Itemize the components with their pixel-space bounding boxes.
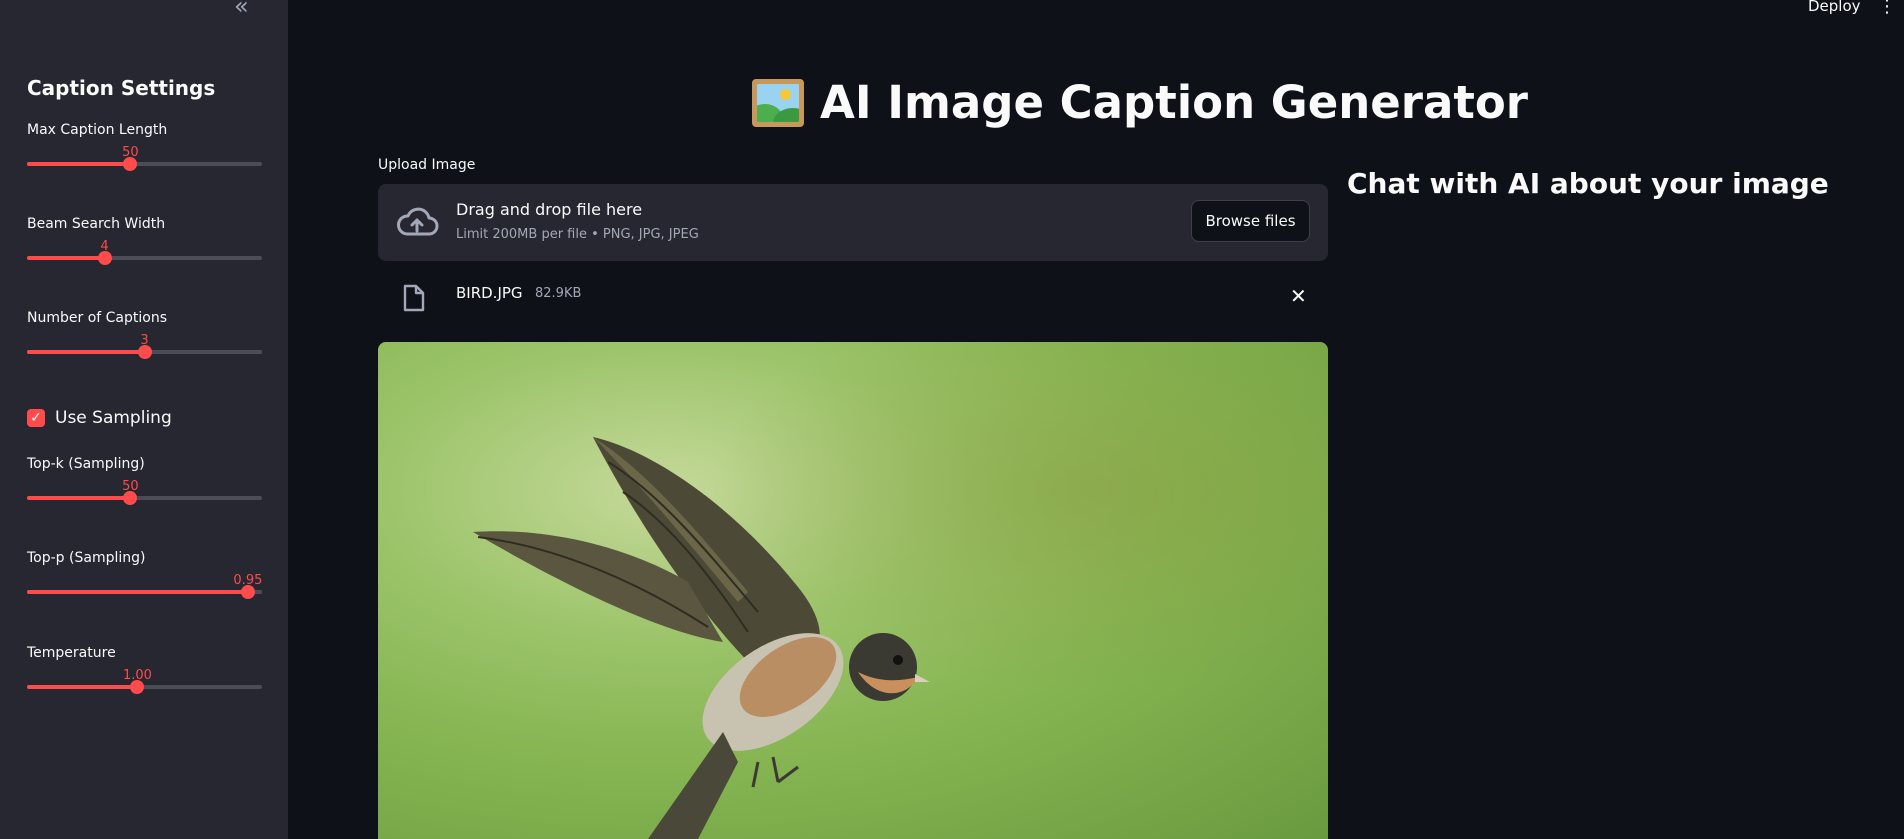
slider-thumb[interactable] (240, 585, 255, 599)
slider-label: Top-p (Sampling) (27, 550, 146, 566)
double-chevron-left-icon[interactable]: « (234, 0, 254, 18)
checkmark-icon[interactable]: ✓ (27, 409, 45, 427)
slider-label: Max Caption Length (27, 122, 168, 138)
deploy-button[interactable]: Deploy (1808, 0, 1861, 15)
slider-top-p[interactable]: Top-p (Sampling) 0.95 (27, 550, 262, 600)
page-title: AI Image Caption Generator (752, 76, 1528, 129)
framed-picture-icon (752, 78, 804, 127)
slider-fill (27, 162, 131, 166)
slider-thumb[interactable] (97, 251, 112, 265)
bird-illustration (378, 342, 1328, 839)
cloud-upload-icon (397, 207, 439, 236)
file-name: BIRD.JPG (456, 284, 523, 302)
slider-track[interactable] (27, 491, 262, 505)
sidebar: « Caption Settings Max Caption Length 50… (0, 0, 288, 839)
slider-thumb[interactable] (137, 345, 152, 359)
uploaded-file-row: BIRD.JPG 82.9KB ✕ (378, 280, 1328, 316)
dropzone-title: Drag and drop file here (456, 200, 643, 219)
sidebar-title: Caption Settings (27, 76, 216, 100)
file-size: 82.9KB (535, 286, 582, 301)
browse-files-button[interactable]: Browse files (1191, 200, 1310, 242)
slider-number-of-captions[interactable]: Number of Captions 3 (27, 310, 262, 360)
slider-label: Temperature (27, 645, 116, 661)
slider-track[interactable] (27, 251, 262, 265)
slider-track[interactable] (27, 585, 262, 599)
slider-fill (27, 256, 105, 260)
page-title-text: AI Image Caption Generator (820, 76, 1528, 129)
chat-title: Chat with AI about your image (1347, 167, 1829, 200)
uploaded-bird-image (378, 342, 1328, 839)
slider-label: Beam Search Width (27, 216, 166, 232)
slider-label: Top-k (Sampling) (27, 456, 145, 472)
slider-track[interactable] (27, 157, 262, 171)
upload-label: Upload Image (378, 157, 476, 173)
slider-thumb[interactable] (130, 680, 145, 694)
file-icon (403, 284, 425, 312)
close-icon[interactable]: ✕ (1290, 284, 1307, 308)
slider-fill (27, 590, 248, 594)
slider-max-caption-length[interactable]: Max Caption Length 50 (27, 122, 262, 172)
slider-fill (27, 685, 138, 689)
checkbox-label: Use Sampling (55, 408, 172, 428)
use-sampling-checkbox[interactable]: ✓ Use Sampling (27, 408, 172, 428)
slider-label: Number of Captions (27, 310, 167, 326)
slider-top-k[interactable]: Top-k (Sampling) 50 (27, 456, 262, 506)
vertical-dots-icon[interactable]: ⋮ (1878, 0, 1896, 17)
slider-thumb[interactable] (123, 491, 138, 505)
slider-track[interactable] (27, 680, 262, 694)
slider-fill (27, 496, 131, 500)
slider-thumb[interactable] (123, 157, 138, 171)
file-dropzone[interactable]: Drag and drop file here Limit 200MB per … (378, 184, 1328, 261)
dropzone-subtitle: Limit 200MB per file • PNG, JPG, JPEG (456, 227, 699, 242)
slider-beam-search-width[interactable]: Beam Search Width 4 (27, 216, 262, 266)
slider-fill (27, 350, 145, 354)
slider-temperature[interactable]: Temperature 1.00 (27, 645, 262, 695)
slider-track[interactable] (27, 345, 262, 359)
